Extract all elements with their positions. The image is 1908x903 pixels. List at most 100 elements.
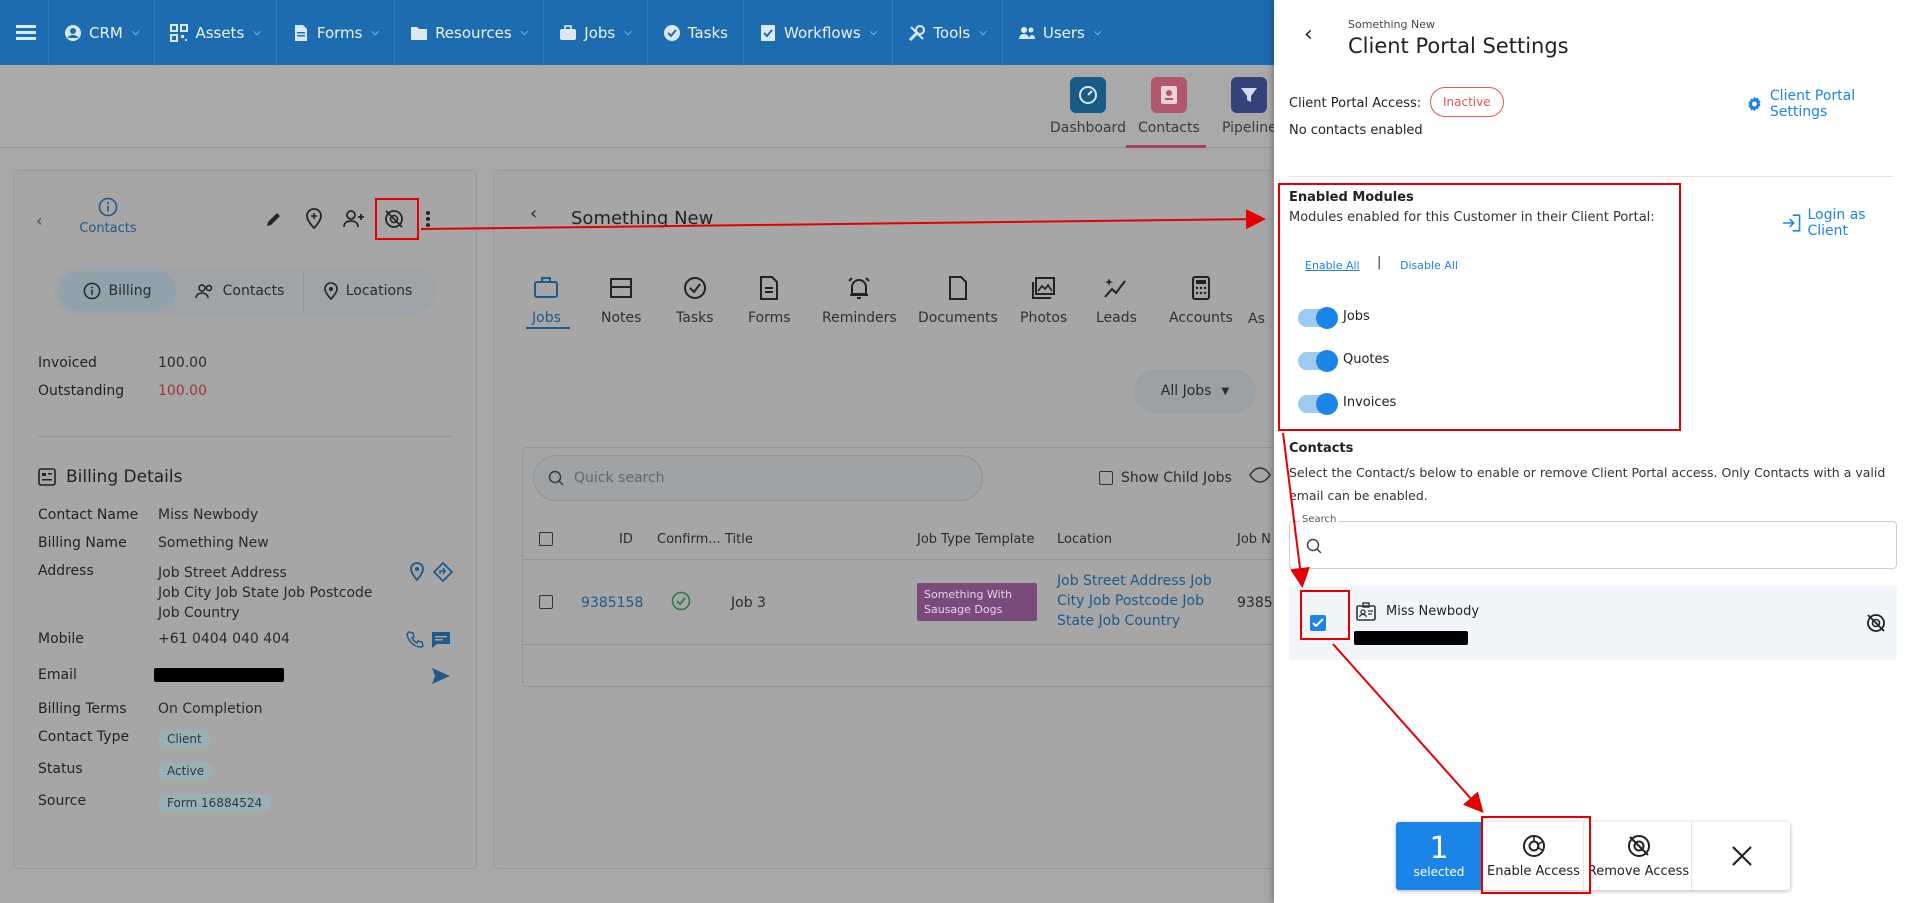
login-icon [1782,214,1801,232]
login-as-client-link[interactable]: Login as Client [1782,207,1908,239]
chevron-down-icon: ⌵ [869,27,878,38]
contact-search-field[interactable]: Search [1289,514,1897,569]
tab-notes[interactable]: Notes [601,275,641,326]
portal-access-off-icon[interactable] [1865,612,1887,634]
quick-search-input[interactable]: Quick search [533,455,983,501]
nav-workflows[interactable]: Workflows ⌵ [743,0,892,65]
active-app-underline [1126,145,1206,148]
contact-row[interactable]: Miss Newbody [1289,586,1897,660]
tab-forms[interactable]: Forms [748,275,791,326]
annotation-box-contact-checkbox [1300,590,1350,640]
row-checkbox[interactable] [539,595,553,609]
directions-icon[interactable] [432,561,454,583]
contacts-back-link[interactable]: Contacts [66,197,150,236]
column-header[interactable]: Title [725,532,753,547]
tab-contacts-label: Contacts [222,283,285,299]
nav-tools[interactable]: Tools ⌵ [892,0,1002,65]
column-header[interactable]: ID [619,532,633,547]
more-vertical-icon[interactable] [418,205,438,233]
access-label: Client Portal Access: [1289,96,1422,111]
column-header[interactable]: Job Type Template [917,532,1034,547]
app-dashboard[interactable]: Dashboard [1050,77,1126,136]
nav-assets[interactable]: Assets ⌵ [154,0,275,65]
invoiced-label: Invoiced [38,355,97,371]
nav-tools-label: Tools [933,23,971,42]
job-location-link[interactable]: Job Street Address Job City Job Postcode… [1057,571,1212,631]
tab-jobs[interactable]: Jobs [532,275,561,326]
remove-access-button[interactable]: Remove Access [1586,822,1692,890]
note-icon [610,278,633,298]
hidden-eye-icon[interactable] [1249,466,1271,488]
add-location-icon[interactable] [300,205,328,233]
add-user-icon[interactable] [340,205,368,233]
mobile-label: Mobile [38,631,84,647]
chevron-down-icon: ⌵ [624,27,632,38]
outstanding-label: Outstanding [38,383,125,399]
table-row[interactable]: 9385158 Job 3 Something With Sausage Dog… [523,561,1274,645]
tab-reminders[interactable]: Reminders [822,275,897,326]
menu-logo-icon[interactable] [4,11,48,55]
nav-users[interactable]: Users ⌵ [1001,0,1117,65]
sparkle-trend-icon [1104,278,1127,298]
phone-icon[interactable] [404,629,426,651]
nav-crm[interactable]: CRM ⌵ [48,0,154,65]
tab-assets-partial[interactable]: As [1248,311,1265,327]
source-badge: Form 16884524 [158,794,272,812]
customer-title: Something New [571,208,714,229]
panel-title: Client Portal Settings [1348,34,1569,58]
tab-tasks[interactable]: Tasks [676,275,714,326]
nav-forms[interactable]: Forms ⌵ [275,0,394,65]
nav-resources-label: Resources [435,23,512,42]
client-portal-settings-link[interactable]: Client Portal Settings [1746,88,1908,120]
alarm-icon [848,277,871,299]
show-child-jobs-checkbox[interactable]: Show Child Jobs [1099,470,1232,486]
app-contacts[interactable]: Contacts [1138,77,1200,136]
status-label: Status [38,761,83,777]
panel-subtitle: Something New [1348,18,1435,31]
tab-documents[interactable]: Documents [918,275,998,326]
contact-type-badge: Client [158,730,211,748]
file-icon [948,276,967,300]
map-pin-icon[interactable] [406,561,428,583]
select-all-checkbox[interactable] [539,532,553,546]
email-label: Email [38,667,77,683]
status-badge: Active [158,762,214,780]
tab-reminders-label: Reminders [822,310,897,326]
search-field-label: Search [1300,514,1339,525]
access-status-badge: Inactive [1430,87,1504,117]
back-chevron-icon[interactable]: ‹ [530,203,537,224]
billing-details-title: Billing Details [66,467,183,487]
tab-photos[interactable]: Photos [1020,275,1067,326]
job-type-line: Something With [924,588,1012,601]
back-arrow-icon[interactable]: ‹ [1304,22,1313,47]
contacts-description-line: email can be enabled. [1289,488,1428,503]
tab-billing[interactable]: Billing [58,271,176,311]
tab-locations[interactable]: Locations [304,271,432,311]
document-icon [760,276,779,300]
app-pipeline[interactable]: Pipeline [1222,77,1274,136]
job-id-link[interactable]: 9385158 [581,595,643,611]
column-header[interactable]: Job N [1237,532,1271,547]
send-icon[interactable] [430,665,452,687]
tab-locations-label: Locations [345,283,413,299]
back-chevron-icon[interactable]: ‹ [36,211,42,230]
app-background: CRM ⌵ Assets ⌵ Forms ⌵ Resources ⌵ Jobs ⌵ Tas… [0,0,1274,903]
message-icon[interactable] [430,629,452,651]
info-icon [98,197,118,217]
tab-contacts[interactable]: Contacts [176,271,304,311]
edit-icon[interactable] [260,205,288,233]
chevron-down-icon: ⌵ [371,27,380,38]
all-jobs-dropdown[interactable]: All Jobs ▼ [1134,369,1256,413]
column-header[interactable]: Confirm... [657,532,721,547]
briefcase-icon [534,277,559,298]
close-button[interactable] [1694,822,1790,890]
nav-resources[interactable]: Resources ⌵ [394,0,543,65]
billing-terms-label: Billing Terms [38,701,127,717]
tab-accounts[interactable]: Accounts [1169,275,1233,326]
column-header[interactable]: Location [1057,532,1112,547]
nav-tasks[interactable]: Tasks [646,0,743,65]
nav-jobs[interactable]: Jobs ⌵ [543,0,647,65]
tab-notes-label: Notes [601,310,642,326]
contact-name: Miss Newbody [1386,604,1480,619]
tab-leads[interactable]: Leads [1096,275,1137,326]
